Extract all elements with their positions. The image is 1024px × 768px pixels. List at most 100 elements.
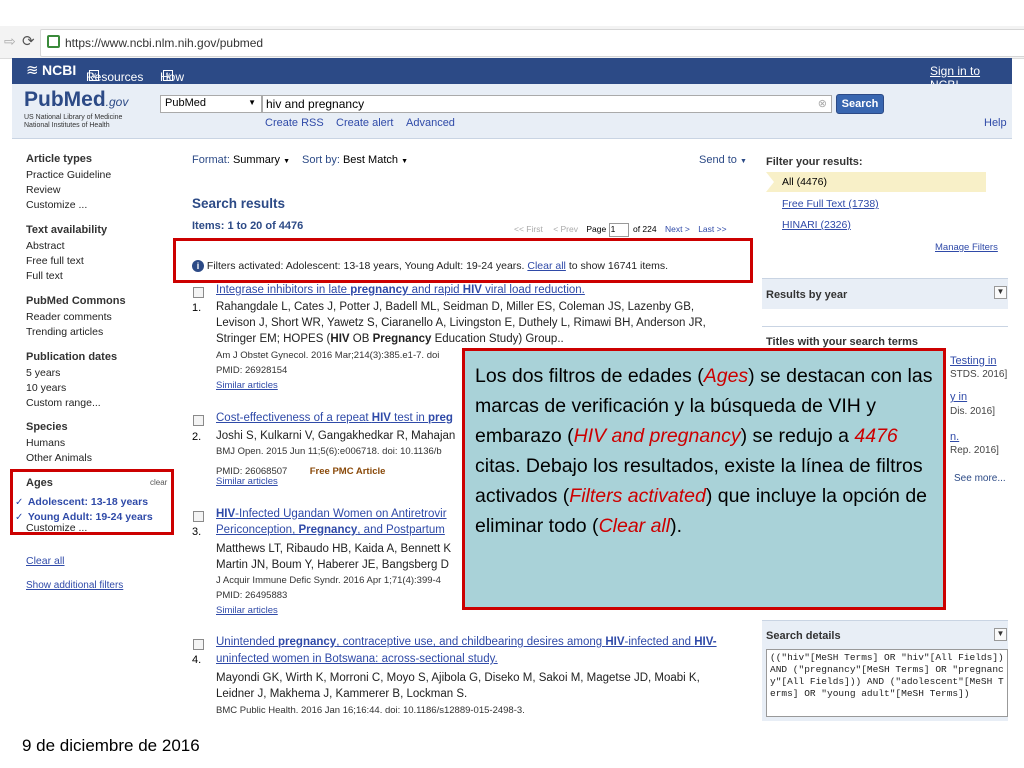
filter-all-label: All (4476)	[782, 176, 827, 188]
sort-menu[interactable]: Sort by: Best Match ▼	[302, 154, 408, 166]
filter-free-full-text[interactable]: Free Full Text (1738)	[782, 198, 879, 210]
ages-clear-link[interactable]: clear	[150, 478, 167, 487]
authors-line: Rahangdale L, Cates J, Potter J, Badell …	[216, 301, 695, 313]
title-part: Cost-effectiveness of a repeat	[216, 412, 372, 424]
article-type-practice-guideline[interactable]: Practice Guideline	[26, 169, 111, 181]
search-details-heading: Search details	[766, 630, 841, 642]
title-part: and rapid	[408, 284, 463, 296]
publication-dates-heading: Publication dates	[26, 351, 118, 363]
help-link[interactable]: Help	[984, 117, 1007, 129]
format-menu[interactable]: Format: Summary ▼	[192, 154, 290, 166]
similar-articles-link[interactable]: Similar articles	[216, 476, 278, 487]
result-title[interactable]: Integrase inhibitors in late pregnancy a…	[216, 284, 585, 296]
free-pmc-article[interactable]: Free PMC Article	[310, 466, 386, 477]
address-bar[interactable]: https://www.ncbi.nlm.nih.gov/pubmed	[40, 29, 1024, 57]
annotation-em: Filters activated	[569, 485, 706, 507]
pubmed-commons-reader-comments[interactable]: Reader comments	[26, 311, 112, 323]
logo-pub: Pub	[24, 88, 64, 111]
result-title-line-2[interactable]: uninfected women in Botswana: across-sec…	[216, 653, 498, 665]
ncbi-top-bar: ≋ NCBI Resources ∨ How To ∨ Sign in to N…	[12, 58, 1012, 98]
filters-clear-all-link[interactable]: Clear all	[527, 260, 566, 272]
annotation-em: 4476	[854, 425, 898, 447]
authors-part: Stringer EM; HOPES (	[216, 333, 331, 345]
send-to-menu[interactable]: Send to ▼	[699, 154, 747, 166]
logo-gov: .gov	[105, 95, 129, 109]
search-input[interactable]: hiv and pregnancy ⊗	[262, 95, 832, 113]
search-button[interactable]: Search	[836, 94, 884, 114]
title-fragment[interactable]: n.	[950, 431, 959, 443]
advanced-link[interactable]: Advanced	[406, 117, 455, 129]
result-checkbox[interactable]	[193, 415, 204, 426]
similar-articles-link[interactable]: Similar articles	[216, 380, 278, 391]
publication-dates-5-years[interactable]: 5 years	[26, 367, 60, 379]
reload-icon[interactable]: ⟳	[22, 32, 35, 50]
result-checkbox[interactable]	[193, 511, 204, 522]
checkmark-icon: ✓	[15, 512, 24, 523]
forward-icon[interactable]: ⇨	[4, 33, 16, 50]
expand-icon[interactable]: ▼	[994, 286, 1007, 299]
filter-all[interactable]: All (4476)	[766, 172, 986, 192]
species-humans[interactable]: Humans	[26, 437, 65, 449]
result-checkbox[interactable]	[193, 287, 204, 298]
text-availability-free-full-text[interactable]: Free full text	[26, 255, 84, 267]
expand-icon[interactable]: ▼	[994, 628, 1007, 641]
text-availability-heading: Text availability	[26, 224, 108, 236]
title-fragment[interactable]: y in	[950, 391, 967, 403]
result-title[interactable]: HIV-Infected Ugandan Women on Antiretrov…	[216, 508, 447, 520]
pager-first[interactable]: << First	[514, 224, 543, 234]
article-type-review[interactable]: Review	[26, 184, 60, 196]
manage-filters-link[interactable]: Manage Filters	[935, 242, 998, 253]
see-more-link[interactable]: See more...	[954, 473, 1006, 484]
text-availability-abstract[interactable]: Abstract	[26, 240, 65, 252]
pubmed-header: PubMed.gov US National Library of Medici…	[12, 84, 1012, 139]
article-type-customize[interactable]: Customize ...	[26, 199, 87, 211]
pager-page-input[interactable]: 1	[608, 223, 629, 237]
result-title-line-2[interactable]: Periconception, Pregnancy, and Postpartu…	[216, 524, 445, 536]
database-select-value: PubMed	[165, 97, 206, 109]
similar-articles-link[interactable]: Similar articles	[216, 605, 278, 616]
ages-customize[interactable]: Customize ...	[26, 522, 87, 534]
result-title[interactable]: Unintended pregnancy, contraceptive use,…	[216, 636, 717, 648]
database-select[interactable]: PubMed ▼	[160, 95, 262, 113]
title-part: HIV	[605, 636, 625, 648]
pager-next[interactable]: Next >	[665, 224, 690, 234]
result-title[interactable]: Cost-effectiveness of a repeat HIV test …	[216, 412, 453, 424]
logo-med: Med	[63, 88, 106, 111]
result-authors: Mayondi GK, Wirth K, Morroni C, Moyo S, …	[216, 670, 700, 702]
dropdown-arrow-icon: ▼	[248, 98, 256, 107]
pager-last[interactable]: Last >>	[698, 224, 726, 234]
publication-dates-custom[interactable]: Custom range...	[26, 397, 101, 409]
clear-search-icon[interactable]: ⊗	[818, 97, 827, 110]
result-number: 1.	[192, 302, 202, 314]
title-source-fragment: STDS. 2016]	[950, 369, 1008, 380]
search-details-box[interactable]: (("hiv"[MeSH Terms] OR "hiv"[All Fields]…	[766, 649, 1008, 717]
title-part: Integrase inhibitors in late	[216, 284, 351, 296]
ncbi-brand[interactable]: NCBI	[42, 62, 76, 78]
publication-dates-10-years[interactable]: 10 years	[26, 382, 66, 394]
filter-hinari[interactable]: HINARI (2326)	[782, 219, 851, 231]
chevron-down-icon: ∨	[89, 70, 99, 81]
annotation-em: HIV and pregnancy	[573, 425, 741, 447]
title-fragment[interactable]: Testing in	[950, 355, 996, 367]
create-alert-link[interactable]: Create alert	[336, 117, 393, 129]
species-heading: Species	[26, 421, 68, 433]
article-types-heading: Article types	[26, 153, 93, 165]
show-additional-filters-link[interactable]: Show additional filters	[26, 580, 123, 591]
annotation-part: ) se redujo a	[740, 425, 855, 447]
title-part: HIV-	[694, 636, 717, 648]
authors-part: HIV	[330, 333, 350, 345]
info-icon: i	[192, 260, 204, 272]
title-part: preg	[428, 412, 453, 424]
url-text[interactable]: https://www.ncbi.nlm.nih.gov/pubmed	[65, 36, 263, 50]
title-part: Unintended	[216, 636, 279, 648]
pager-of: of 224	[632, 224, 657, 234]
text-availability-full-text[interactable]: Full text	[26, 270, 63, 282]
create-rss-link[interactable]: Create RSS	[265, 117, 324, 129]
pubmed-commons-trending[interactable]: Trending articles	[26, 326, 103, 338]
pager-prev[interactable]: < Prev	[553, 224, 578, 234]
format-label: Format:	[192, 154, 230, 166]
pubmed-logo[interactable]: PubMed.gov	[24, 88, 128, 112]
species-other-animals[interactable]: Other Animals	[26, 452, 92, 464]
result-checkbox[interactable]	[193, 639, 204, 650]
clear-all-link[interactable]: Clear all	[26, 555, 65, 567]
